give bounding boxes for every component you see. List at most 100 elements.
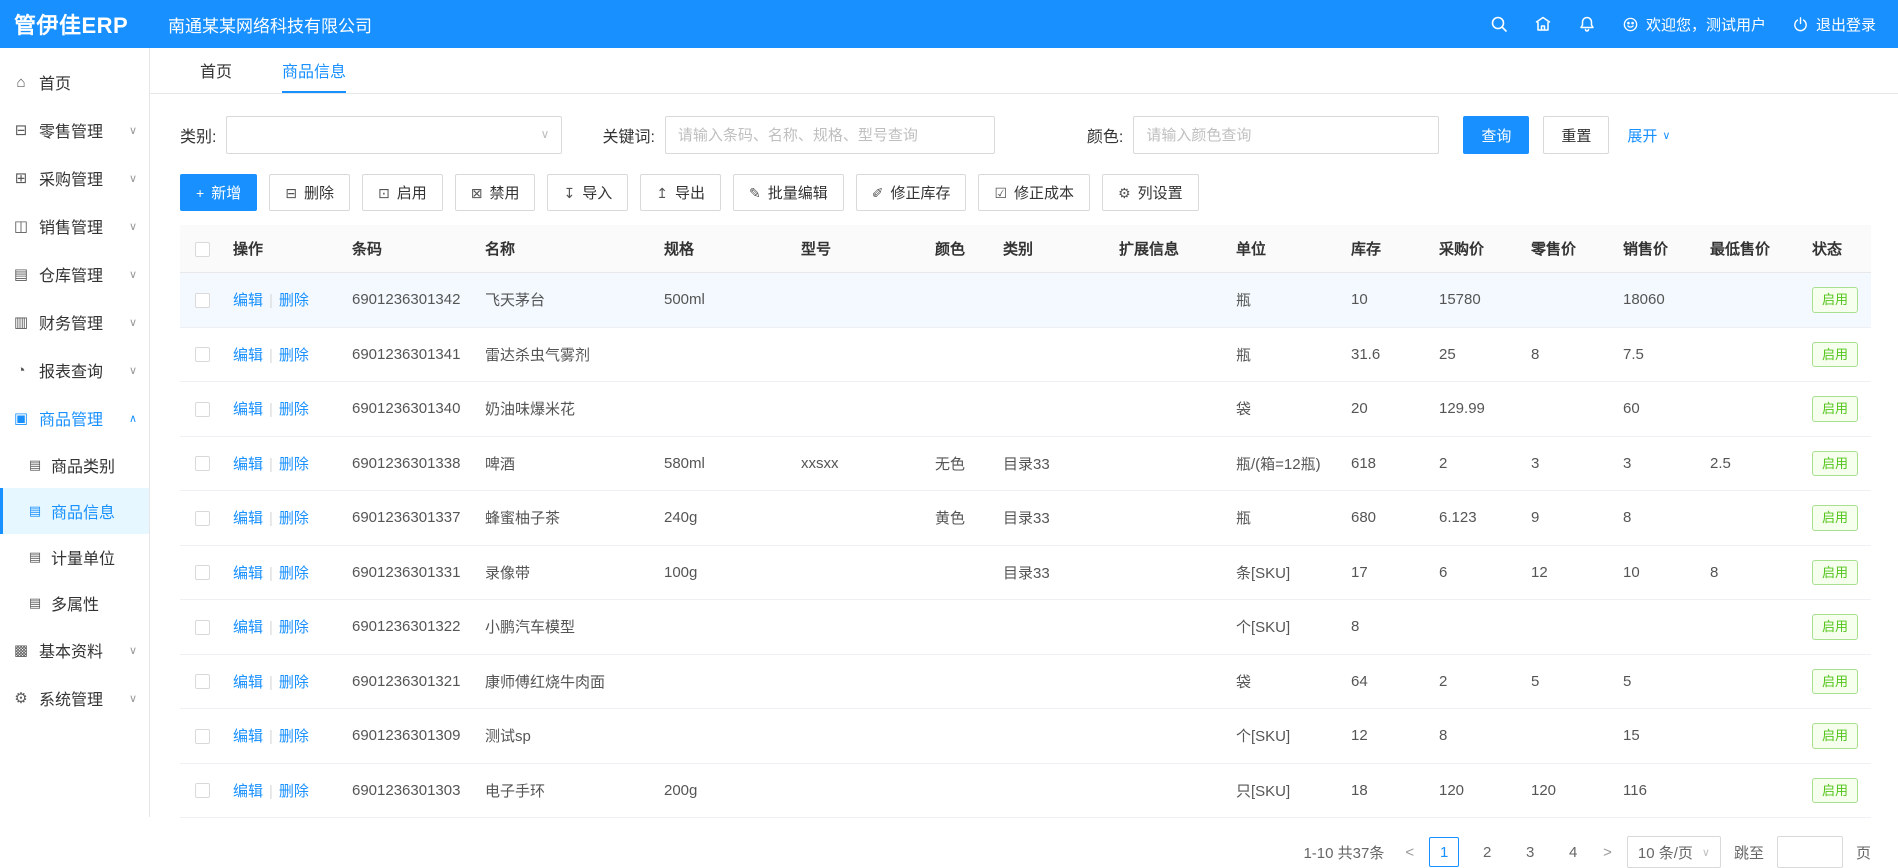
sidebar-item-report[interactable]: ◔报表查询∨ xyxy=(0,346,149,394)
batch-edit-button[interactable]: ✎批量编辑 xyxy=(733,174,844,211)
sidebar-item-purchase[interactable]: ⊞采购管理∨ xyxy=(0,154,149,202)
row-actions-cell: 编辑|删除 xyxy=(225,654,344,709)
delete-link[interactable]: 删除 xyxy=(279,783,309,800)
link-separator: | xyxy=(269,619,273,636)
logout-button[interactable]: 退出登录 xyxy=(1792,14,1876,35)
jump-label: 跳至 xyxy=(1734,842,1764,863)
row-checkbox[interactable] xyxy=(195,347,210,362)
edit-link[interactable]: 编辑 xyxy=(233,292,263,309)
edit-link[interactable]: 编辑 xyxy=(233,510,263,527)
row-checkbox[interactable] xyxy=(195,511,210,526)
page-button-3[interactable]: 3 xyxy=(1515,837,1545,867)
prev-page-button[interactable]: < xyxy=(1403,844,1416,861)
bell-icon[interactable] xyxy=(1578,15,1596,33)
delete-link[interactable]: 删除 xyxy=(279,728,309,745)
expand-link[interactable]: 展开 ∨ xyxy=(1627,125,1670,146)
edit-link[interactable]: 编辑 xyxy=(233,347,263,364)
sidebar-subitem-product-info[interactable]: ▤商品信息 xyxy=(0,488,149,534)
delete-link[interactable]: 删除 xyxy=(279,619,309,636)
tab-home[interactable]: 首页 xyxy=(200,48,232,93)
smiley-icon xyxy=(1622,16,1639,33)
disable-button[interactable]: ⊠禁用 xyxy=(455,174,536,211)
row-check-cell xyxy=(180,436,225,491)
cell-color xyxy=(927,600,995,655)
row-actions-cell: 编辑|删除 xyxy=(225,709,344,764)
search-button[interactable]: 查询 xyxy=(1463,116,1529,154)
next-page-button[interactable]: > xyxy=(1601,844,1614,861)
sidebar-item-product[interactable]: ▣商品管理∧ xyxy=(0,394,149,442)
delete-link[interactable]: 删除 xyxy=(279,292,309,309)
column-header-color: 颜色 xyxy=(927,225,995,273)
page-size-select[interactable]: 10 条/页 ∨ xyxy=(1627,836,1721,868)
edit-link[interactable]: 编辑 xyxy=(233,728,263,745)
sidebar-subitem-multi-attribute[interactable]: ▤多属性 xyxy=(0,580,149,626)
category-label: 类别: xyxy=(180,123,216,147)
keyword-input[interactable] xyxy=(665,116,995,154)
delete-link[interactable]: 删除 xyxy=(279,401,309,418)
cell-purchase_price: 6 xyxy=(1431,545,1523,600)
sidebar-item-home[interactable]: ⌂首页 xyxy=(0,58,149,106)
row-checkbox[interactable] xyxy=(195,565,210,580)
row-checkbox[interactable] xyxy=(195,620,210,635)
page-button-1[interactable]: 1 xyxy=(1429,837,1459,867)
cell-stock: 618 xyxy=(1343,436,1431,491)
edit-link[interactable]: 编辑 xyxy=(233,401,263,418)
sidebar-item-retail[interactable]: ⊟零售管理∨ xyxy=(0,106,149,154)
sidebar-item-sales[interactable]: ◫销售管理∨ xyxy=(0,202,149,250)
cell-name: 测试sp xyxy=(477,709,656,764)
tab-product-info[interactable]: 商品信息 xyxy=(282,48,346,93)
column-header-retail_price: 零售价 xyxy=(1523,225,1615,273)
jump-input[interactable] xyxy=(1777,836,1843,868)
page-button-2[interactable]: 2 xyxy=(1472,837,1502,867)
select-all-checkbox[interactable] xyxy=(195,242,210,257)
delete-link[interactable]: 删除 xyxy=(279,510,309,527)
edit-link[interactable]: 编辑 xyxy=(233,565,263,582)
sidebar-subitem-measure-unit[interactable]: ▤计量单位 xyxy=(0,534,149,580)
content-area: 首页商品信息 类别: ∨ 关键词: 颜色: 查询 重置 展开 ∨ +新增⊟删除⊡… xyxy=(150,48,1898,817)
row-checkbox[interactable] xyxy=(195,783,210,798)
import-button[interactable]: ↧导入 xyxy=(547,174,628,211)
row-checkbox[interactable] xyxy=(195,729,210,744)
sidebar-item-system[interactable]: ⚙系统管理∨ xyxy=(0,674,149,722)
add-button[interactable]: +新增 xyxy=(180,174,257,211)
cell-sale_price: 18060 xyxy=(1615,273,1702,328)
sidebar-subitem-product-category[interactable]: ▤商品类别 xyxy=(0,442,149,488)
edit-link[interactable]: 编辑 xyxy=(233,783,263,800)
column-header-status: 状态 xyxy=(1804,225,1871,273)
category-select[interactable]: ∨ xyxy=(226,116,562,154)
cell-ext xyxy=(1111,273,1228,328)
fix-stock-button[interactable]: ✐修正库存 xyxy=(856,174,967,211)
sidebar-item-finance[interactable]: ▥财务管理∨ xyxy=(0,298,149,346)
table-row: 编辑|删除6901236301321康师傅红烧牛肉面袋64255启用 xyxy=(180,654,1871,709)
export-button[interactable]: ↥导出 xyxy=(640,174,721,211)
trash-icon: ⊟ xyxy=(285,186,297,200)
page-button-4[interactable]: 4 xyxy=(1558,837,1588,867)
cell-stock: 10 xyxy=(1343,273,1431,328)
cell-color xyxy=(927,545,995,600)
chevron-down-icon: ∨ xyxy=(541,127,550,141)
delete-link[interactable]: 删除 xyxy=(279,565,309,582)
delete-button[interactable]: ⊟删除 xyxy=(269,174,350,211)
row-checkbox[interactable] xyxy=(195,402,210,417)
delete-link[interactable]: 删除 xyxy=(279,347,309,364)
edit-link[interactable]: 编辑 xyxy=(233,456,263,473)
row-checkbox[interactable] xyxy=(195,293,210,308)
color-input[interactable] xyxy=(1133,116,1439,154)
enable-button[interactable]: ⊡启用 xyxy=(362,174,443,211)
reset-button[interactable]: 重置 xyxy=(1543,116,1609,154)
delete-link[interactable]: 删除 xyxy=(279,456,309,473)
toolbar-button-label: 禁用 xyxy=(489,182,519,203)
column-settings-button[interactable]: ⚙列设置 xyxy=(1102,174,1199,211)
sidebar-item-warehouse[interactable]: ▤仓库管理∨ xyxy=(0,250,149,298)
edit-link[interactable]: 编辑 xyxy=(233,619,263,636)
store-icon[interactable] xyxy=(1534,15,1552,33)
edit-link[interactable]: 编辑 xyxy=(233,674,263,691)
delete-link[interactable]: 删除 xyxy=(279,674,309,691)
cell-retail_price xyxy=(1523,600,1615,655)
row-checkbox[interactable] xyxy=(195,456,210,471)
search-icon[interactable] xyxy=(1490,15,1508,33)
welcome-user[interactable]: 欢迎您，测试用户 xyxy=(1622,14,1766,35)
fix-cost-button[interactable]: ☑修正成本 xyxy=(978,174,1090,211)
sidebar-item-basic[interactable]: ▩基本资料∨ xyxy=(0,626,149,674)
row-checkbox[interactable] xyxy=(195,674,210,689)
